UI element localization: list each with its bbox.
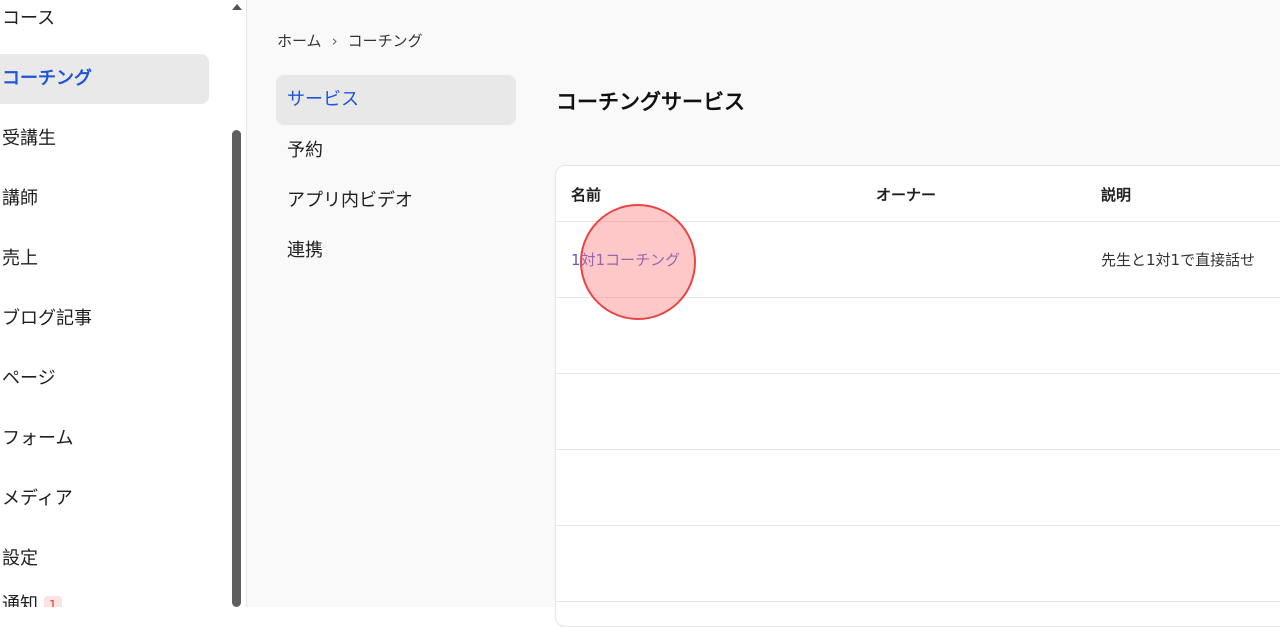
subnav-item-label: 連携 (287, 240, 323, 261)
service-description: 先生と1対1で直接話せ (1101, 251, 1256, 269)
subnav-item-label: 予約 (287, 140, 323, 161)
sidebar-item-label: メディア (2, 488, 73, 509)
main-content: ホーム › コーチング サービス 予約 アプリ内ビデオ 連携 コーチングサービス 名… (247, 0, 1280, 627)
subnav-item-label: サービス (287, 89, 359, 110)
scroll-thumb[interactable] (232, 130, 241, 607)
sidebar-item-label: コース (2, 8, 56, 29)
subnav-item-services[interactable]: サービス (276, 75, 516, 125)
sidebar-item-label: 受講生 (2, 128, 56, 149)
breadcrumb-separator: › (331, 32, 338, 50)
sidebar-item-label: ブログ記事 (2, 308, 92, 329)
table-row[interactable]: 1対1コーチング 先生と1対1で直接話せ (556, 221, 1280, 298)
sidebar-scrollbar[interactable] (228, 0, 246, 607)
subnav-item-in-app-video[interactable]: アプリ内ビデオ (276, 176, 516, 226)
table-row-empty (556, 449, 1280, 526)
breadcrumb-current: コーチング (347, 32, 423, 50)
subnav-item-label: アプリ内ビデオ (287, 190, 413, 211)
page-title: コーチングサービス (556, 90, 745, 114)
sidebar-item-sales[interactable]: 売上 (0, 234, 209, 284)
column-header-owner[interactable]: オーナー (876, 184, 936, 205)
sidebar-item-coaching[interactable]: コーチング (0, 54, 209, 104)
notification-count-badge: 1 (44, 596, 62, 607)
breadcrumb: ホーム › コーチング (277, 30, 423, 51)
sidebar: コース コーチング 受講生 講師 売上 ブログ記事 ページ フォーム メディア … (0, 0, 228, 607)
sidebar-item-label: 通知 (2, 594, 38, 607)
sidebar-item-forms[interactable]: フォーム (0, 414, 209, 464)
sidebar-item-courses[interactable]: コース (0, 0, 209, 44)
sidebar-item-blog-posts[interactable]: ブログ記事 (0, 294, 209, 344)
table-header-row: 名前 オーナー 説明 (556, 166, 1280, 222)
table-row-empty (556, 297, 1280, 374)
sidebar-item-label: 売上 (2, 248, 38, 269)
sidebar-item-label: 設定 (2, 548, 38, 569)
column-header-name[interactable]: 名前 (571, 184, 601, 205)
table-row-empty (556, 373, 1280, 450)
sidebar-item-instructors[interactable]: 講師 (0, 174, 209, 224)
sidebar-item-students[interactable]: 受講生 (0, 114, 209, 164)
subnav-item-bookings[interactable]: 予約 (276, 126, 516, 176)
subnav-item-integrations[interactable]: 連携 (276, 226, 516, 276)
sidebar-item-media[interactable]: メディア (0, 474, 209, 524)
sidebar-item-notifications[interactable]: 通知 1 (0, 580, 209, 607)
sidebar-item-settings[interactable]: 設定 (0, 534, 209, 584)
scroll-up-arrow-icon[interactable] (232, 4, 242, 10)
sidebar-item-label: コーチング (2, 68, 92, 89)
service-name-link[interactable]: 1対1コーチング (571, 249, 680, 270)
sidebar-item-pages[interactable]: ページ (0, 354, 209, 404)
breadcrumb-home[interactable]: ホーム (277, 32, 322, 50)
sidebar-item-label: ページ (2, 368, 56, 389)
services-table: 名前 オーナー 説明 1対1コーチング 先生と1対1で直接話せ (555, 165, 1280, 627)
column-header-description[interactable]: 説明 (1101, 184, 1131, 205)
sidebar-item-label: フォーム (2, 428, 74, 449)
table-row-empty (556, 525, 1280, 602)
sidebar-item-label: 講師 (2, 188, 38, 209)
